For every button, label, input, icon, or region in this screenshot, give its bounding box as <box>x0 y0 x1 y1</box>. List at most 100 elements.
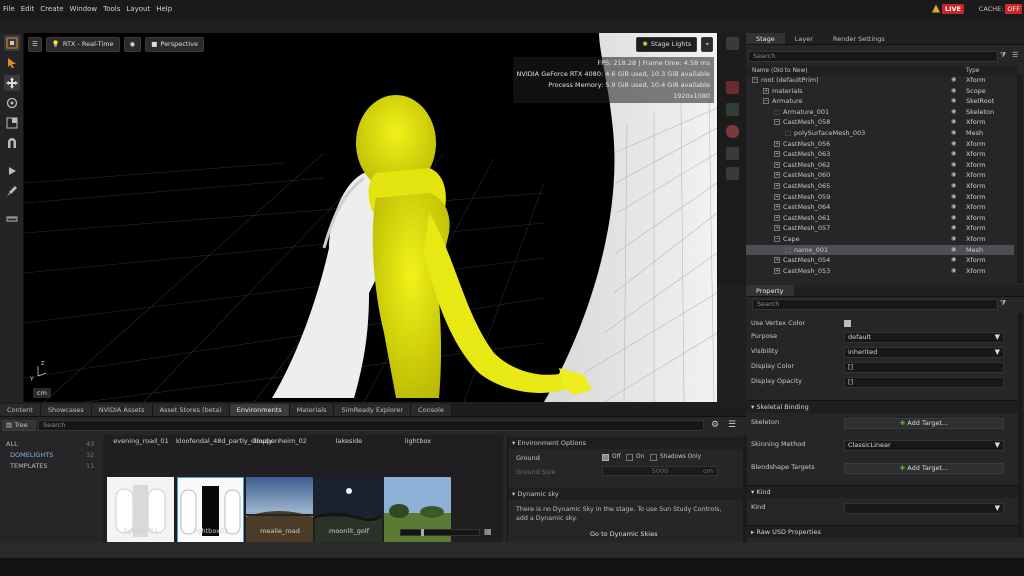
visibility-eye-icon[interactable]: ◉ <box>951 192 956 203</box>
tree-row[interactable]: + materials ◉ Scope <box>746 86 1014 97</box>
visibility-eye-icon[interactable]: ◉ <box>951 213 956 224</box>
collapse-icon[interactable]: − <box>763 98 769 105</box>
menu-icon[interactable]: ☰ <box>728 420 736 430</box>
use-vertex-color-checkbox[interactable] <box>844 320 851 327</box>
live-toggle[interactable]: LIVE <box>931 3 964 14</box>
pin-button[interactable]: ⌖ <box>701 36 713 52</box>
menu-layout[interactable]: Layout <box>123 5 153 13</box>
tree-row[interactable]: + CastMesh_056 ◉ Xform <box>746 139 1014 150</box>
measure-icon[interactable] <box>4 211 20 227</box>
expand-icon[interactable]: + <box>774 204 780 211</box>
dynamic-sky-header[interactable]: ▾ Dynamic sky <box>508 488 743 500</box>
tab-nvidia-assets[interactable]: NVIDIA Assets <box>91 404 153 416</box>
tab-environments[interactable]: Environments <box>229 404 290 416</box>
tree-row[interactable]: + CastMesh_065 ◉ Xform <box>746 181 1014 192</box>
visibility-eye-icon[interactable]: ◉ <box>951 75 956 86</box>
select-mode-icon[interactable] <box>4 35 20 51</box>
visibility-eye-icon[interactable]: ◉ <box>951 255 956 266</box>
tree-row[interactable]: + CastMesh_053 ◉ Xform <box>746 266 1014 277</box>
expand-icon[interactable]: + <box>774 140 780 147</box>
tree-row[interactable]: − Cape ◉ Xform <box>746 234 1014 245</box>
menu-create[interactable]: Create <box>37 5 66 13</box>
tree-row[interactable]: + CastMesh_061 ◉ Xform <box>746 213 1014 224</box>
expand-icon[interactable]: + <box>763 87 769 94</box>
tree-row[interactable]: + CastMesh_063 ◉ Xform <box>746 149 1014 160</box>
visibility-eye-icon[interactable]: ◉ <box>951 117 956 128</box>
ground-size-input[interactable]: 5000 cm <box>602 466 718 476</box>
render-mode-button[interactable]: 💡 RTX - Real-Time <box>45 36 120 52</box>
expand-icon[interactable]: + <box>774 257 780 264</box>
tree-row[interactable]: ⬚ name_001 ◉ Mesh <box>746 244 1014 256</box>
skinning-method-dropdown[interactable]: ClassicLinear ▼ <box>844 440 1004 451</box>
viewport-settings-button[interactable]: ☰ <box>28 36 42 52</box>
purpose-dropdown[interactable]: default ▼ <box>844 332 1004 343</box>
kind-section[interactable]: ▾ Kind <box>746 485 1018 498</box>
visibility-eye-icon[interactable]: ◉ <box>951 128 956 139</box>
visibility-eye-icon[interactable]: ◉ <box>951 181 956 192</box>
go-to-dynamic-skies-button[interactable]: Go to Dynamic Skies <box>590 530 658 538</box>
camera-button[interactable]: ■ Perspective <box>145 36 205 52</box>
visibility-eye-icon[interactable]: ◉ <box>951 86 956 97</box>
tree-row[interactable]: + CastMesh_057 ◉ Xform <box>746 223 1014 234</box>
category-item[interactable]: TEMPLATES 11 <box>6 461 96 472</box>
tab-stage[interactable]: Stage <box>746 33 785 44</box>
menu-window[interactable]: Window <box>67 5 101 13</box>
blendshape-add-target-button[interactable]: ✚ Add Target... <box>844 463 1004 474</box>
slider-handle[interactable] <box>421 529 424 536</box>
tree-row[interactable]: + CastMesh_060 ◉ Xform <box>746 170 1014 181</box>
snap-icon[interactable] <box>4 135 20 151</box>
stage-search[interactable]: Search <box>748 51 998 62</box>
shadows-only-radio[interactable] <box>650 454 657 461</box>
grid-icon[interactable] <box>726 37 739 50</box>
visibility-eye-icon[interactable]: ◉ <box>951 139 956 150</box>
env-options-header[interactable]: ▾ Environment Options <box>508 437 743 449</box>
visibility-button[interactable]: ◉ <box>123 36 142 52</box>
paint-icon[interactable] <box>4 183 20 199</box>
tab-layer[interactable]: Layer <box>785 33 823 44</box>
ground-off-radio[interactable] <box>602 454 609 461</box>
property-filter-icon[interactable]: ⧩ <box>1000 299 1006 308</box>
expand-icon[interactable]: + <box>774 193 780 200</box>
sliders-icon[interactable] <box>726 167 739 180</box>
skeletal-binding-section[interactable]: ▾ Skeletal Binding <box>746 400 1018 413</box>
expand-icon[interactable]: + <box>774 214 780 221</box>
category-item[interactable]: DOMELIGHTS 32 <box>6 450 96 461</box>
tab-console[interactable]: Console <box>411 404 452 416</box>
stage-scrollbar[interactable] <box>1017 75 1023 283</box>
collapse-icon[interactable]: − <box>774 236 780 242</box>
move-icon[interactable] <box>4 75 20 91</box>
thumbnail-size-slider[interactable] <box>400 529 480 536</box>
env-search-input[interactable]: Search <box>38 420 704 431</box>
tab-simready-explorer[interactable]: SimReady Explorer <box>334 404 412 416</box>
collapse-icon[interactable]: − <box>752 77 758 83</box>
tree-row[interactable]: − root (defaultPrim) ◉ Xform <box>746 75 1014 86</box>
display-opacity-field[interactable]: [] <box>844 377 1004 388</box>
gear-red-icon[interactable] <box>726 125 739 138</box>
cursor-icon[interactable] <box>4 55 20 71</box>
tab-render-settings[interactable]: Render Settings <box>823 33 895 44</box>
stage-search-input[interactable]: Search <box>748 51 998 62</box>
display-color-field[interactable]: [] <box>844 362 1004 373</box>
play-icon[interactable] <box>4 163 20 179</box>
visibility-eye-icon[interactable]: ◉ <box>951 107 956 118</box>
tab-asset-stores-beta[interactable]: Asset Stores (beta) <box>152 404 230 416</box>
property-search[interactable]: Search <box>752 299 998 310</box>
visibility-eye-icon[interactable]: ◉ <box>951 96 956 107</box>
category-item[interactable]: ALL 43 <box>6 439 96 450</box>
visibility-eye-icon[interactable]: ◉ <box>951 245 956 256</box>
expand-icon[interactable]: + <box>774 225 780 232</box>
filter-icon[interactable]: ⧩ <box>1000 51 1006 60</box>
tree-row[interactable]: + CastMesh_064 ◉ Xform <box>746 202 1014 213</box>
grid-view-icon[interactable]: ▦ <box>484 527 492 536</box>
tree-row[interactable]: − CastMesh_058 ◉ Xform <box>746 117 1014 128</box>
visibility-eye-icon[interactable]: ◉ <box>951 234 956 245</box>
expand-icon[interactable]: + <box>774 161 780 168</box>
visibility-eye-icon[interactable]: ◉ <box>951 149 956 160</box>
expand-icon[interactable]: + <box>774 183 780 189</box>
raw-usd-section[interactable]: ▸ Raw USD Properties <box>746 525 1018 538</box>
env-search[interactable]: Search <box>38 420 704 431</box>
env-options-scrollbar[interactable] <box>743 435 747 542</box>
tree-row[interactable]: + CastMesh_062 ◉ Xform <box>746 160 1014 171</box>
gear-icon[interactable]: ⚙ <box>711 420 719 430</box>
expand-icon[interactable]: + <box>774 267 780 274</box>
